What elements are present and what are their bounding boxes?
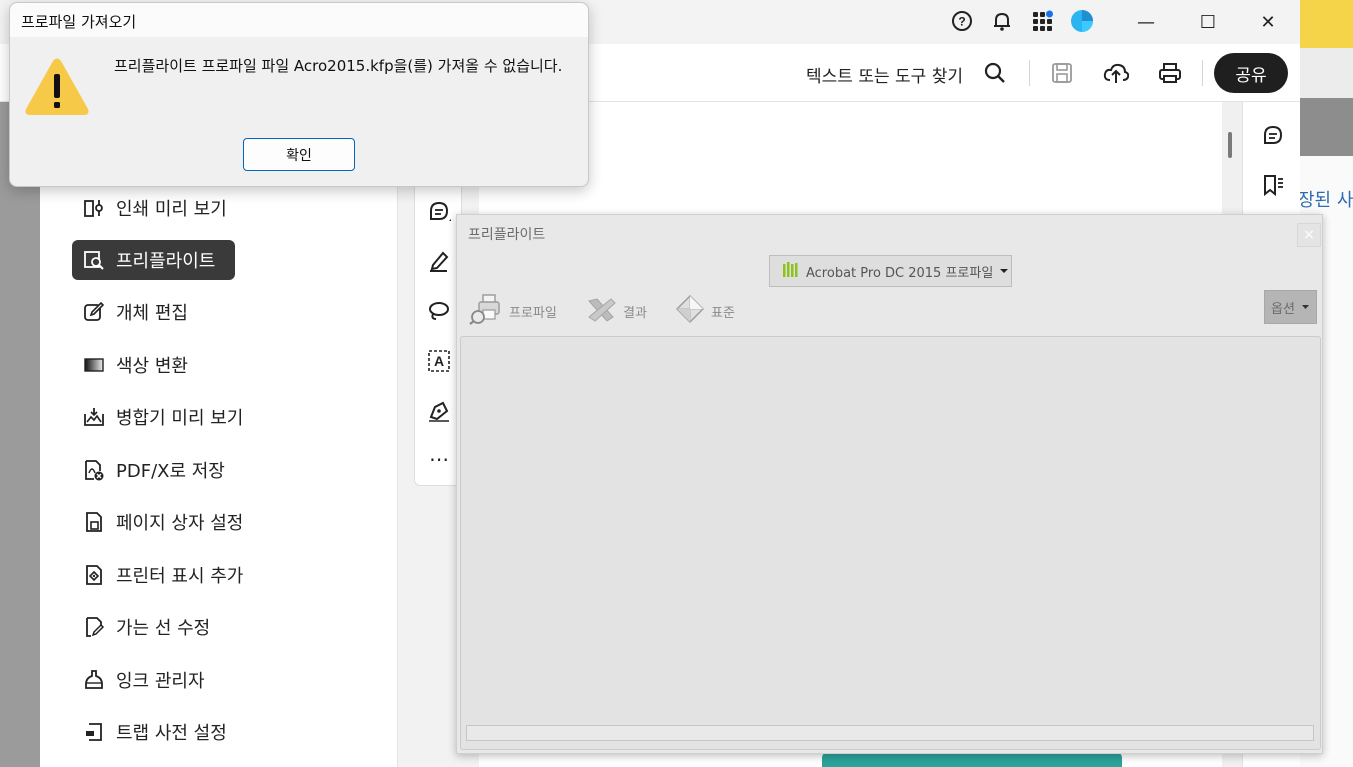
help-icon[interactable]: ? [950, 9, 974, 33]
dialog-title: 프로파일 가져오기 [21, 13, 137, 31]
profile-avatar-icon[interactable] [1070, 9, 1094, 33]
print-icon[interactable] [1155, 58, 1185, 88]
preflight-status-bar [466, 725, 1314, 741]
tab-label: 결과 [623, 305, 647, 321]
dialog-message: 프리플라이트 프로파일 파일 Acro2015.kfp을(를) 가져올 수 없습… [114, 57, 563, 75]
menu-label: 프리플라이트 [116, 251, 216, 272]
menu-flattener-preview[interactable]: 병합기 미리 보기 [72, 397, 372, 437]
comment-icon[interactable] [425, 197, 453, 225]
chevron-down-icon [999, 264, 1009, 279]
library-books-icon [782, 261, 800, 281]
page-box-icon [82, 510, 106, 534]
menu-convert-colors[interactable]: 색상 변환 [72, 345, 372, 385]
toolbar-divider [1202, 60, 1203, 86]
profiles-printer-magnifier-icon [469, 293, 503, 329]
close-window-button[interactable]: ✕ [1248, 7, 1288, 37]
lasso-draw-icon[interactable] [425, 297, 453, 325]
comments-panel-icon[interactable] [1260, 122, 1286, 148]
preflight-icon [82, 248, 106, 272]
apps-icon[interactable] [1031, 9, 1055, 33]
upload-cloud-icon[interactable] [1101, 58, 1131, 88]
share-button[interactable]: 공유 [1214, 53, 1288, 93]
background-window-strip [1300, 48, 1353, 98]
menu-save-pdfx[interactable]: PDF/X로 저장 [72, 450, 372, 490]
preflight-title: 프리플라이트 [468, 227, 546, 243]
background-window-text: 장된 사 [1298, 190, 1353, 211]
menu-label: 프린터 표시 추가 [116, 566, 244, 587]
preflight-dialog: 프리플라이트 × Acrobat Pro DC 2015 프로파일 프로파일 결… [456, 214, 1323, 754]
print-production-panel: 인쇄 미리 보기 프리플라이트 개체 편집 색상 변환 병합기 미리 보기 PD… [40, 102, 398, 767]
tab-results[interactable]: 결과 [585, 295, 647, 327]
bell-icon[interactable] [990, 9, 1014, 33]
quick-tools-bar: A ⋯ [414, 180, 462, 486]
tab-standards[interactable]: 표준 [675, 295, 735, 327]
chevron-down-icon [1301, 300, 1310, 315]
tab-profiles[interactable]: 프로파일 [469, 293, 557, 329]
printer-marks-icon [82, 563, 106, 587]
results-x-icon [585, 295, 617, 327]
preflight-close-button[interactable]: × [1297, 223, 1321, 247]
import-profile-dialog: 프로파일 가져오기 프리플라이트 프로파일 파일 Acro2015.kfp을(를… [9, 2, 589, 187]
menu-label: 가는 선 수정 [116, 618, 211, 639]
search-icon[interactable] [980, 58, 1010, 88]
svg-text:?: ? [958, 15, 965, 29]
bookmarks-panel-icon[interactable] [1260, 172, 1286, 198]
profile-library-select[interactable]: Acrobat Pro DC 2015 프로파일 [769, 255, 1012, 287]
options-label: 옵션 [1271, 301, 1295, 317]
warning-icon [25, 58, 89, 115]
options-dropdown[interactable]: 옵션 [1264, 290, 1317, 324]
ok-button[interactable]: 확인 [243, 138, 355, 171]
signature-pen-icon[interactable] [425, 397, 453, 425]
ink-manager-icon [82, 668, 106, 692]
highlight-pen-icon[interactable] [425, 247, 453, 275]
desktop-background [1300, 0, 1353, 48]
menu-label: PDF/X로 저장 [116, 461, 225, 482]
svg-text:A: A [434, 353, 444, 369]
convert-colors-icon [82, 353, 106, 377]
trap-presets-icon [82, 720, 106, 744]
fix-hairlines-icon [82, 615, 106, 639]
menu-label: 트랩 사전 설정 [116, 723, 227, 744]
maximize-button[interactable]: ☐ [1188, 7, 1228, 37]
menu-fix-hairlines[interactable]: 가는 선 수정 [72, 607, 372, 647]
preflight-content-area [460, 336, 1321, 750]
scrollbar-thumb[interactable] [1228, 132, 1232, 158]
menu-ink-manager[interactable]: 잉크 관리자 [72, 660, 372, 700]
menu-print-preview[interactable]: 인쇄 미리 보기 [72, 188, 372, 228]
tab-label: 프로파일 [509, 305, 557, 321]
find-tools-label[interactable]: 텍스트 또는 도구 찾기 [806, 62, 963, 87]
menu-label: 색상 변환 [116, 356, 188, 377]
text-box-icon[interactable]: A [425, 347, 453, 375]
menu-preflight[interactable]: 프리플라이트 [72, 240, 235, 280]
menu-page-box[interactable]: 페이지 상자 설정 [72, 502, 372, 542]
toolbar-divider [1029, 60, 1030, 86]
tab-label: 표준 [711, 305, 735, 321]
left-gutter [0, 102, 40, 767]
minimize-button[interactable]: — [1126, 7, 1166, 37]
menu-label: 페이지 상자 설정 [116, 513, 244, 534]
print-preview-icon [82, 196, 106, 220]
background-window-strip-grey [1300, 98, 1353, 156]
menu-label: 인쇄 미리 보기 [116, 199, 227, 220]
menu-label: 잉크 관리자 [116, 671, 205, 692]
menu-printer-marks[interactable]: 프린터 표시 추가 [72, 555, 372, 595]
edit-object-icon [82, 300, 106, 324]
standards-diamond-icon [675, 294, 705, 328]
menu-trap-presets[interactable]: 트랩 사전 설정 [72, 712, 372, 752]
save-icon[interactable] [1047, 58, 1077, 88]
dialog-title-bar: 프로파일 가져오기 [10, 3, 588, 37]
profile-library-label: Acrobat Pro DC 2015 프로파일 [806, 265, 994, 281]
document-artwork [822, 752, 1122, 767]
more-icon[interactable]: ⋯ [425, 445, 453, 473]
menu-label: 병합기 미리 보기 [116, 408, 244, 429]
menu-label: 개체 편집 [116, 303, 188, 324]
menu-edit-object[interactable]: 개체 편집 [72, 292, 372, 332]
flattener-preview-icon [82, 405, 106, 429]
save-pdfx-icon [82, 458, 106, 482]
